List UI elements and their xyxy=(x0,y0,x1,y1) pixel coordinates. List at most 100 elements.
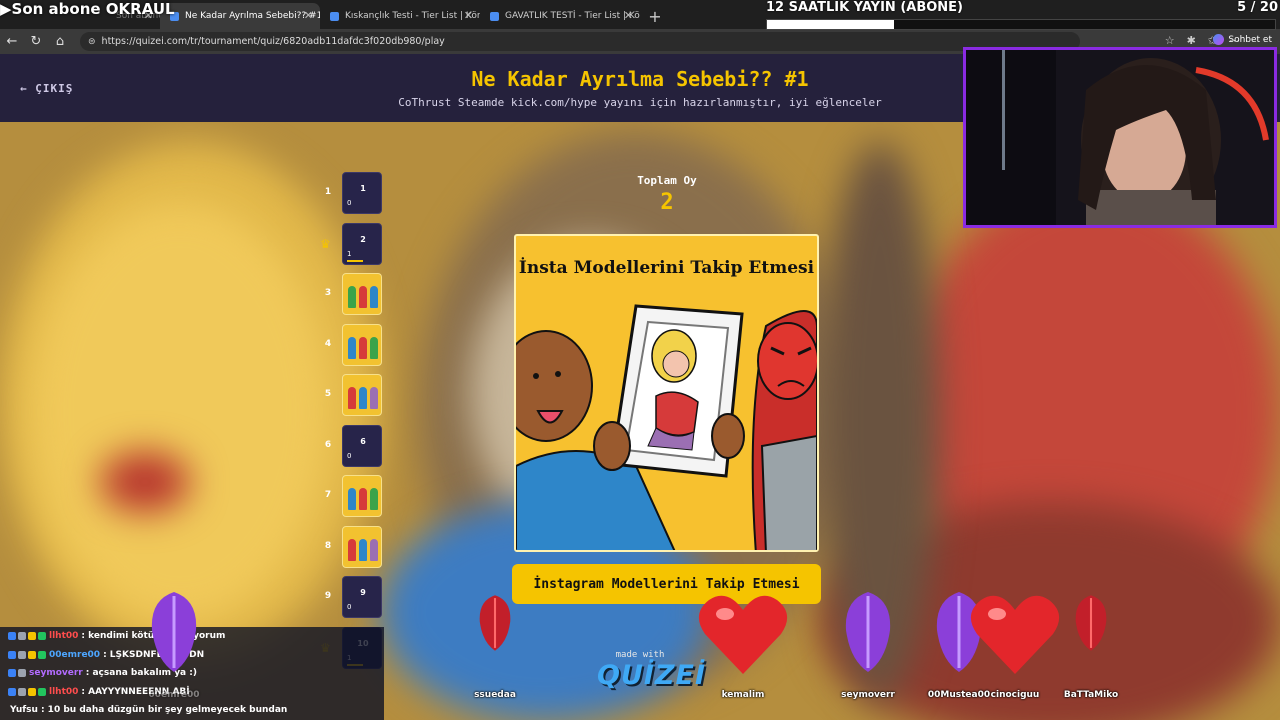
gem-icon xyxy=(479,595,511,651)
alert-username: kemalim xyxy=(721,690,765,700)
card-number: 2 xyxy=(360,234,366,244)
vote-alert: ssuedaa xyxy=(455,590,535,710)
total-votes-label: Toplam Oy xyxy=(637,174,697,187)
card-thumbnail-figure xyxy=(348,488,356,510)
rank-slot-8[interactable]: 8 xyxy=(320,525,390,570)
rank-number: 9 xyxy=(324,591,332,601)
chat-badges-icon xyxy=(8,687,46,696)
rank-card[interactable]: 21 xyxy=(342,222,382,265)
new-tab-icon[interactable]: + xyxy=(640,3,670,29)
rank-number: 5 xyxy=(324,389,332,399)
last-subscriber-overlay: ▶Son abone OKRAUL xyxy=(0,0,175,18)
alert-username: 00emre00 xyxy=(148,690,200,700)
card-number: 6 xyxy=(360,436,366,446)
alert-username: cinociguu xyxy=(990,690,1040,700)
chat-button-label: Sohbet et xyxy=(1228,34,1272,45)
back-icon[interactable]: ← xyxy=(0,34,24,49)
made-with-label: made with xyxy=(615,650,665,660)
stream-icon: ▶ xyxy=(0,0,12,18)
browser-tab-3[interactable]: Kıskançlık Testi - Tier List | Kör Sır✕ xyxy=(320,3,480,29)
chat-username[interactable]: 00emre00 xyxy=(49,650,100,660)
chat-button[interactable]: Sohbet et xyxy=(1213,34,1272,45)
tab-title: GAVATLIK TESTİ - Tier List | Kör Sır xyxy=(505,11,640,21)
card-votes: 0 xyxy=(347,603,352,611)
rank-slot-4[interactable]: 4 xyxy=(320,323,390,368)
card-number: 1 xyxy=(360,184,366,193)
screen: ← ÇIKIŞ Ne Kadar Ayrılma Sebebi?? #1 CoT… xyxy=(0,0,1280,720)
gem-icon xyxy=(1075,595,1107,651)
goal-progress-track xyxy=(766,19,1276,30)
chat-badges-icon xyxy=(8,669,26,677)
rank-card[interactable] xyxy=(342,273,382,315)
goal-title: 12 SAATLIK YAYIN (ABONE) xyxy=(766,0,963,15)
vote-alert: seymoverr xyxy=(828,590,908,710)
vote-alert: kemalim xyxy=(698,590,788,710)
bookmark-star-icon[interactable]: ☆ xyxy=(1165,34,1175,47)
rank-slot-7[interactable]: 7 xyxy=(320,475,390,519)
webcam-feed xyxy=(966,50,1274,225)
browser-tab-2[interactable]: Ne Kadar Ayrılma Sebebi?? #1 - Ti✕ xyxy=(160,3,320,29)
card-thumbnail-figure xyxy=(359,387,367,409)
card-thumbnail-figure xyxy=(359,286,367,308)
rank-slot-1[interactable]: 110 xyxy=(320,172,390,216)
alert-username: seymoverr xyxy=(841,690,895,700)
question-card-illustration xyxy=(516,304,817,550)
rank-number: 1 xyxy=(324,187,332,197)
extension-icon[interactable]: ✱ xyxy=(1187,34,1196,47)
rank-slot-6[interactable]: 660 xyxy=(320,424,390,469)
card-thumbnail-figure xyxy=(348,336,356,359)
rank-slot-3[interactable]: 3 xyxy=(320,273,390,317)
chat-username[interactable]: llht00 xyxy=(49,687,78,697)
goal-count: 5 / 20 xyxy=(1237,0,1278,15)
tab-title: Kıskançlık Testi - Tier List | Kör Sır xyxy=(345,11,480,21)
browser-tab-4[interactable]: GAVATLIK TESTİ - Tier List | Kör Sır✕ xyxy=(480,3,640,29)
site-info-icon[interactable]: ⊜ xyxy=(88,37,96,47)
chat-badges-icon xyxy=(8,650,46,659)
tab-title: Ne Kadar Ayrılma Sebebi?? #1 - Ti xyxy=(185,11,320,21)
card-votes: 1 xyxy=(347,249,352,258)
vote-alert: 00emre00 xyxy=(134,590,214,710)
url-field[interactable]: ⊜ https://quizei.com/tr/tournament/quiz/6… xyxy=(80,32,1080,51)
rank-card[interactable] xyxy=(342,525,382,568)
tab-close-icon[interactable]: ✕ xyxy=(624,9,633,22)
rank-card[interactable] xyxy=(342,475,382,517)
rank-card[interactable]: 60 xyxy=(342,424,382,467)
card-thumbnail-figure xyxy=(359,336,367,359)
gem-icon xyxy=(845,592,891,672)
rank-card[interactable] xyxy=(342,374,382,416)
gem-icon xyxy=(151,592,197,672)
heart-icon xyxy=(970,595,1060,674)
rank-number: 7 xyxy=(324,490,332,500)
chat-username[interactable]: seymoverr xyxy=(29,668,83,678)
rank-number: 3 xyxy=(324,288,332,298)
card-number: 9 xyxy=(360,588,366,597)
quizei-logo[interactable]: QUİZEİ xyxy=(597,660,705,691)
rank-card[interactable]: 10 xyxy=(342,172,382,214)
tab-favicon-icon xyxy=(490,11,499,21)
question-card: İnsta Modellerini Takip Etmesi xyxy=(514,234,819,552)
alert-username: BaTTaMiko xyxy=(1063,690,1119,700)
total-votes-value: 2 xyxy=(660,190,674,215)
home-icon[interactable]: ⌂ xyxy=(48,34,72,49)
vote-alert: BaTTaMiko xyxy=(1051,590,1131,710)
rank-slot-5[interactable]: 5 xyxy=(320,374,390,418)
chat-username[interactable]: Yufsu xyxy=(10,705,38,715)
sub-goal-overlay: 12 SAATLIK YAYIN (ABONE) 5 / 20 xyxy=(766,0,1280,34)
rank-slot-2[interactable]: ♛ 2 1 xyxy=(320,222,390,267)
card-thumbnail-figure xyxy=(359,488,367,510)
reload-icon[interactable]: ↻ xyxy=(24,34,48,49)
goal-progress-fill xyxy=(767,20,894,29)
card-thumbnail-figure xyxy=(370,286,378,308)
rank-slot-9[interactable]: 990 xyxy=(320,576,390,620)
webcam-overlay xyxy=(963,47,1277,228)
card-thumbnail-figure xyxy=(370,336,378,359)
tab-close-icon[interactable]: ✕ xyxy=(304,9,313,22)
rank-card[interactable]: 90 xyxy=(342,576,382,618)
rank-card[interactable] xyxy=(342,323,382,366)
tab-close-icon[interactable]: ✕ xyxy=(464,9,473,22)
crown-icon: ♛ xyxy=(320,236,331,251)
alert-username: ssuedaa xyxy=(474,690,516,700)
tab-favicon-icon xyxy=(330,11,339,21)
chat-username[interactable]: llht00 xyxy=(49,631,78,641)
card-thumbnail-figure xyxy=(370,488,378,510)
